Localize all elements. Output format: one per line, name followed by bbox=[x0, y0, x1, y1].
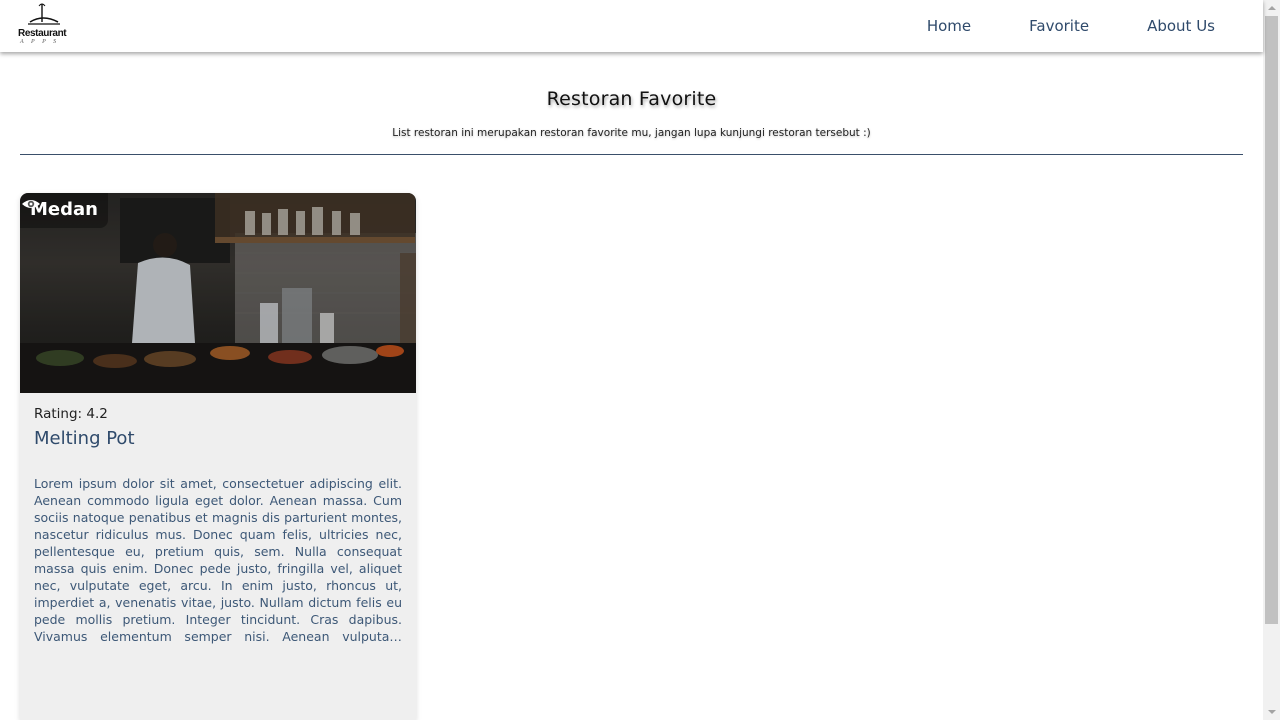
restaurant-description: Lorem ipsum dolor sit amet, consectetuer… bbox=[34, 476, 402, 644]
page-title: Restoran Favorite bbox=[546, 88, 717, 110]
nav-about-link[interactable]: About Us bbox=[1089, 0, 1215, 52]
page-scrollbar[interactable] bbox=[1263, 0, 1280, 720]
section-divider bbox=[20, 154, 1243, 155]
scroll-thumb[interactable] bbox=[1265, 16, 1278, 624]
scroll-down-arrow-icon[interactable] bbox=[1263, 704, 1280, 720]
scroll-up-arrow-icon[interactable] bbox=[1263, 0, 1280, 16]
restaurant-image[interactable]: Medan bbox=[20, 193, 416, 393]
restaurant-card[interactable]: Medan Rating: 4.2 Melting Pot Lorem ipsu… bbox=[20, 193, 416, 720]
restaurant-rating: Rating: 4.2 bbox=[34, 406, 108, 422]
card-body: Rating: 4.2 Melting Pot Lorem ipsum dolo… bbox=[34, 406, 402, 645]
eye-icon[interactable] bbox=[20, 193, 42, 215]
logo-subtext: A P P S bbox=[20, 39, 60, 45]
logo-text: Restaurant bbox=[18, 28, 67, 39]
nav-favorite-link[interactable]: Favorite bbox=[971, 0, 1089, 52]
page-subtitle: List restoran ini merupakan restoran fav… bbox=[392, 127, 871, 139]
main-nav: Home Favorite About Us bbox=[927, 0, 1215, 52]
app-bar: Restaurant A P P S Home Favorite About U… bbox=[0, 0, 1263, 52]
restaurant-name-link[interactable]: Melting Pot bbox=[34, 428, 402, 449]
nav-home-link[interactable]: Home bbox=[927, 0, 971, 52]
brand-logo[interactable]: Restaurant A P P S bbox=[18, 2, 68, 48]
